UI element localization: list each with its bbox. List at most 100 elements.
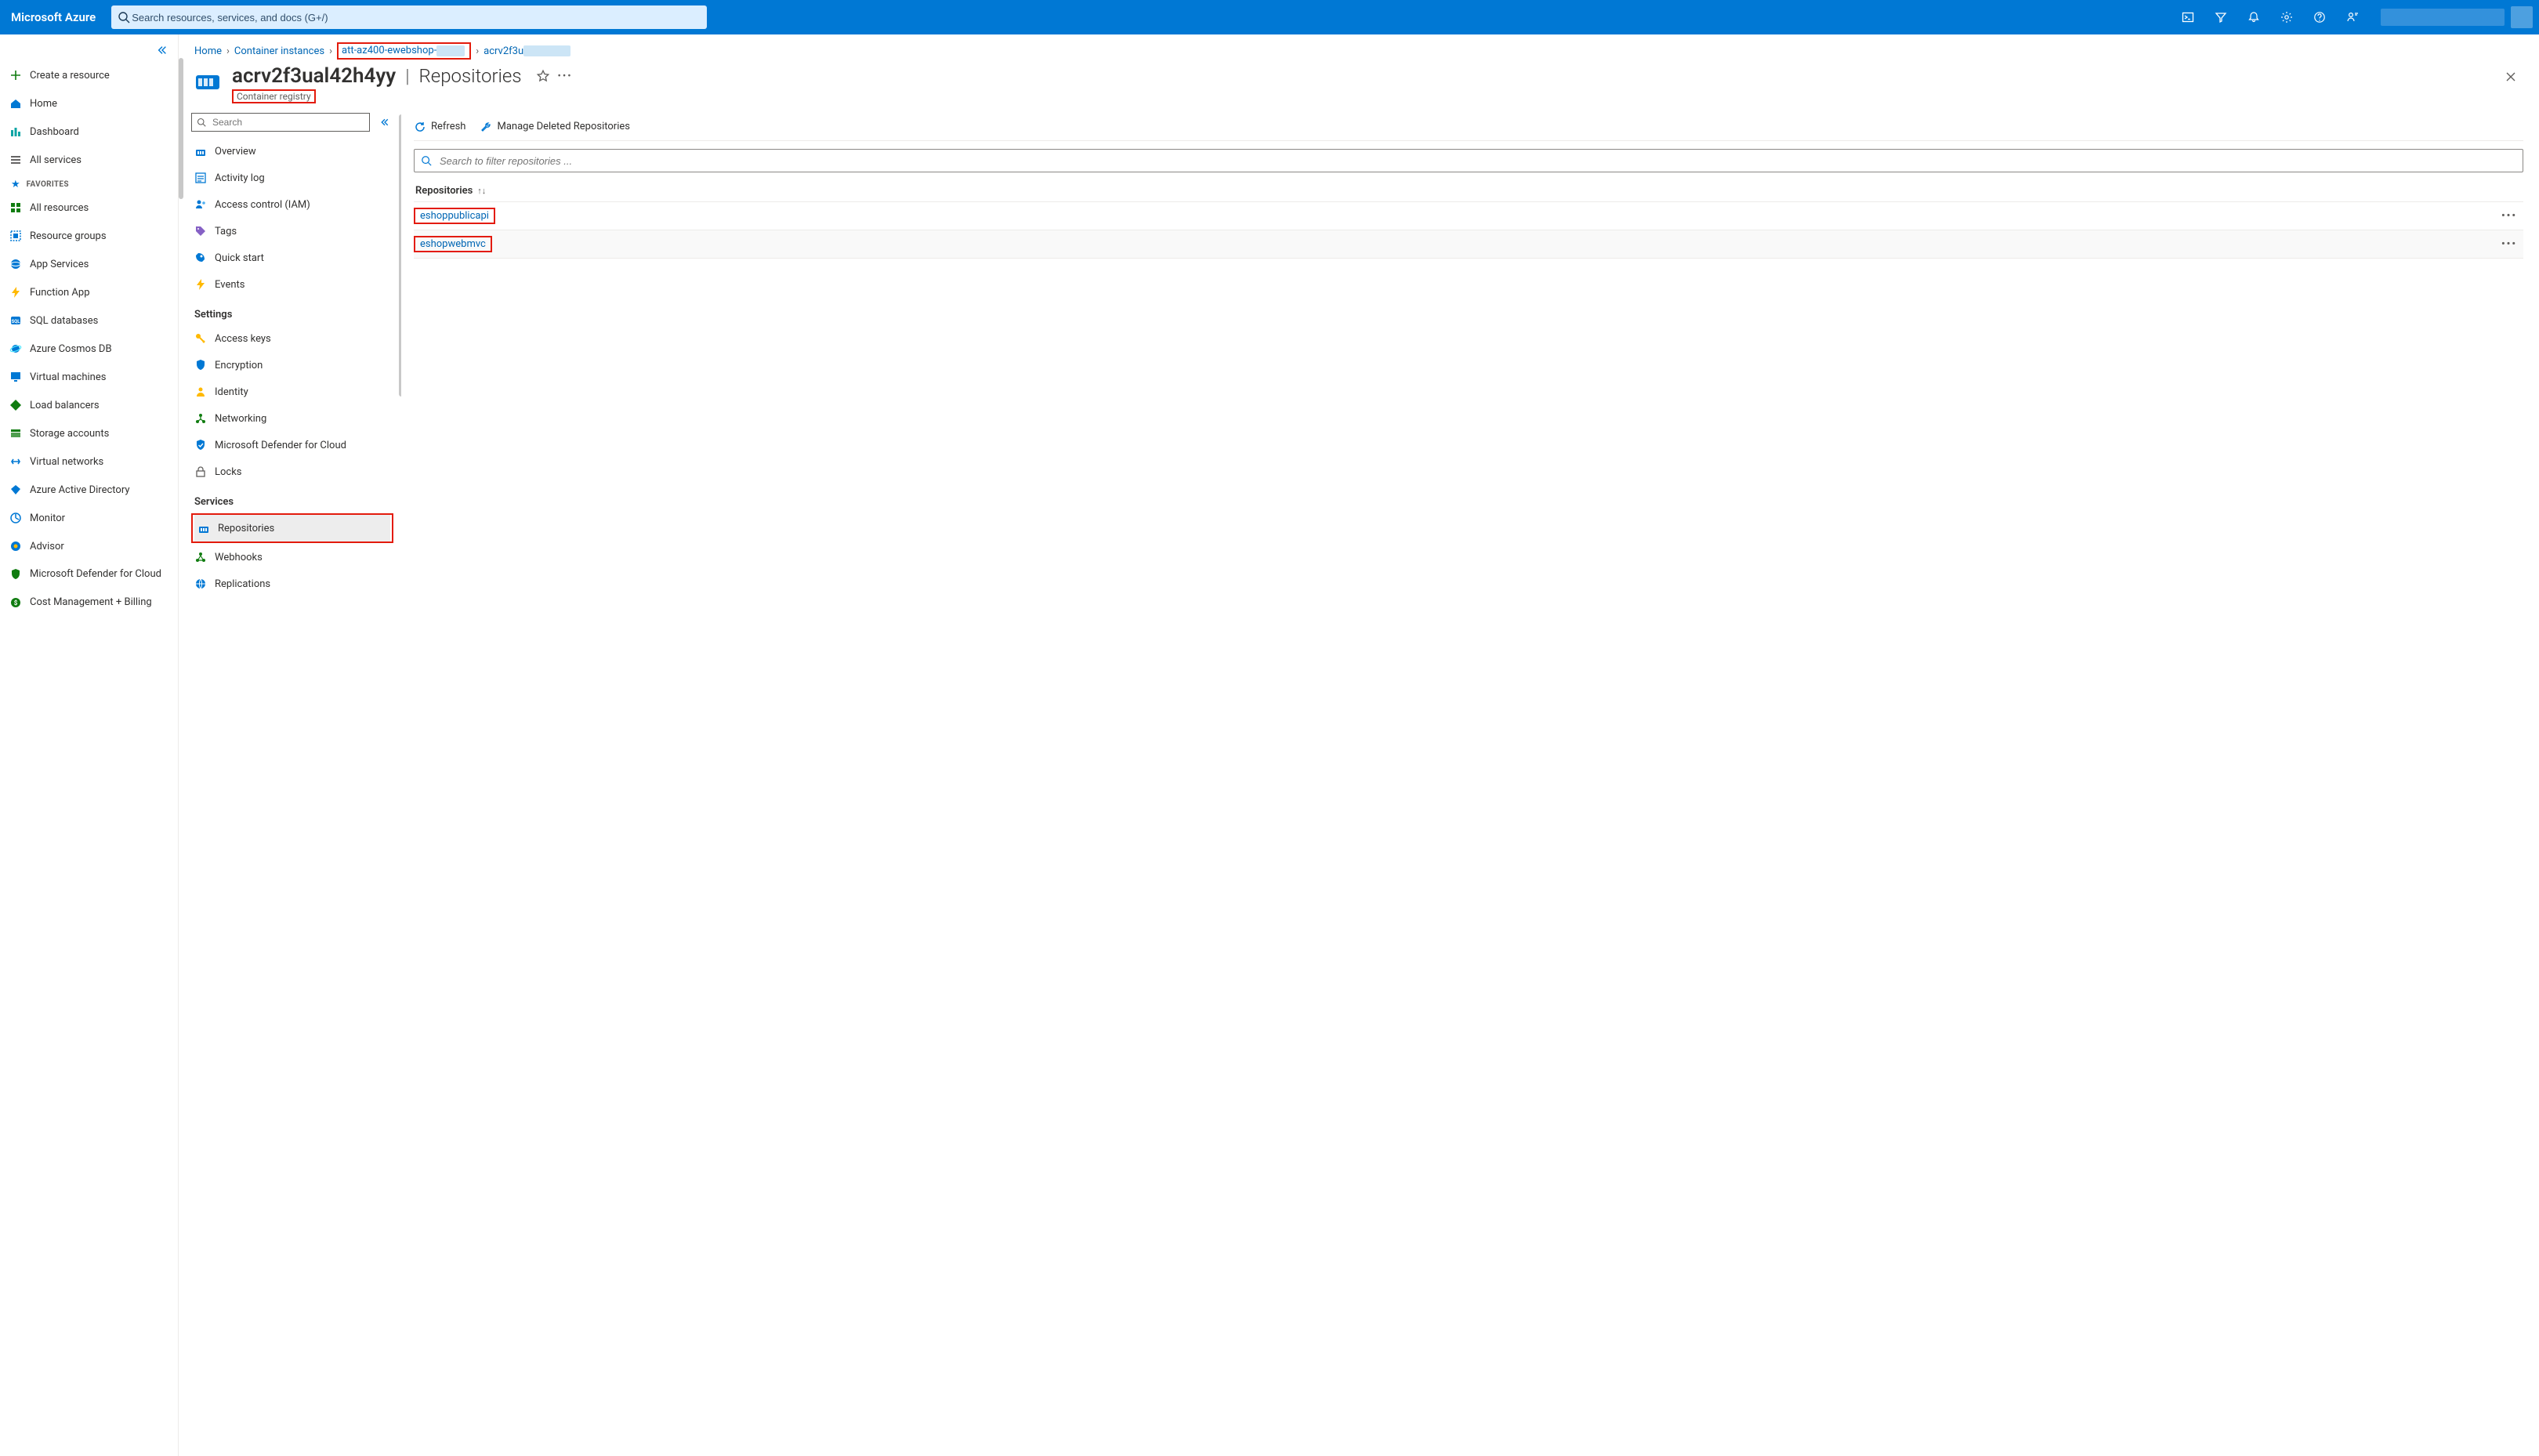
nav-events[interactable]: Events xyxy=(191,271,401,298)
sidebar-defender[interactable]: Microsoft Defender for Cloud xyxy=(0,560,178,589)
notifications-button[interactable] xyxy=(2238,0,2269,34)
sidebar-storage-accounts[interactable]: Storage accounts xyxy=(0,419,178,447)
sidebar-item-label: Create a resource xyxy=(30,70,110,81)
nav-item-label: Tags xyxy=(215,226,237,237)
nav-defender[interactable]: Microsoft Defender for Cloud xyxy=(191,432,401,458)
resource-group-icon xyxy=(9,230,22,242)
breadcrumb-registry[interactable]: acrv2f3u xyxy=(484,45,570,57)
sidebar-load-balancers[interactable]: Load balancers xyxy=(0,391,178,419)
nav-quick-start[interactable]: Quick start xyxy=(191,244,401,271)
global-search[interactable] xyxy=(111,5,707,29)
breadcrumb-resource-group[interactable]: att-az400-ewebshop- xyxy=(337,42,471,60)
shield-icon xyxy=(9,568,22,581)
settings-button[interactable] xyxy=(2271,0,2302,34)
sidebar-item-label: All resources xyxy=(30,202,89,214)
search-icon xyxy=(197,118,206,127)
close-button[interactable] xyxy=(2498,64,2523,89)
sidebar-cost[interactable]: $ Cost Management + Billing xyxy=(0,589,178,617)
sidebar-advisor[interactable]: Advisor xyxy=(0,532,178,560)
nav-collapse-button[interactable] xyxy=(376,114,393,131)
repo-filter[interactable] xyxy=(414,149,2523,172)
sidebar-cosmos-db[interactable]: Azure Cosmos DB xyxy=(0,335,178,363)
repo-filter-input[interactable] xyxy=(438,154,2516,168)
nav-webhooks[interactable]: Webhooks xyxy=(191,544,401,570)
nav-iam[interactable]: Access control (IAM) xyxy=(191,191,401,218)
plus-icon xyxy=(9,69,22,81)
breadcrumb-home[interactable]: Home xyxy=(194,45,222,57)
nav-item-label: Events xyxy=(215,279,244,291)
nav-encryption[interactable]: Encryption xyxy=(191,352,401,378)
resource-nav-search[interactable] xyxy=(191,113,370,132)
repo-row[interactable]: eshoppublicapi xyxy=(414,202,2523,230)
more-button[interactable]: ••• xyxy=(558,71,573,82)
list-header[interactable]: Repositories ↑↓ xyxy=(414,180,2523,202)
brand[interactable]: Microsoft Azure xyxy=(0,10,111,24)
account-menu[interactable] xyxy=(2374,0,2539,34)
key-icon xyxy=(194,332,207,345)
lb-icon xyxy=(9,399,22,411)
nav-networking[interactable]: Networking xyxy=(191,405,401,432)
search-icon xyxy=(118,11,130,24)
vm-icon xyxy=(9,371,22,383)
resource-nav-search-input[interactable] xyxy=(211,116,364,129)
identity-icon xyxy=(194,386,207,398)
sidebar-function-app[interactable]: Function App xyxy=(0,278,178,306)
manage-deleted-button[interactable]: Manage Deleted Repositories xyxy=(480,121,629,133)
manage-deleted-label: Manage Deleted Repositories xyxy=(497,121,629,132)
sidebar-virtual-networks[interactable]: Virtual networks xyxy=(0,447,178,476)
nav-overview[interactable]: Overview xyxy=(191,138,401,165)
star-outline-icon xyxy=(536,69,550,83)
sidebar-virtual-machines[interactable]: Virtual machines xyxy=(0,363,178,391)
sidebar-collapse-button[interactable] xyxy=(151,39,173,61)
sidebar-item-label: SQL databases xyxy=(30,315,98,327)
sidebar-aad[interactable]: Azure Active Directory xyxy=(0,476,178,504)
sidebar-dashboard[interactable]: Dashboard xyxy=(0,118,178,146)
chevron-right-icon: › xyxy=(226,45,230,57)
nav-item-label: Quick start xyxy=(215,252,264,264)
refresh-button[interactable]: Refresh xyxy=(414,121,465,133)
nav-item-label: Webhooks xyxy=(215,552,263,563)
nav-repositories[interactable]: Repositories xyxy=(194,515,390,541)
defender-icon xyxy=(194,439,207,451)
sidebar-sql-databases[interactable]: SQL SQL databases xyxy=(0,306,178,335)
refresh-label: Refresh xyxy=(431,121,465,132)
sidebar-resource-groups[interactable]: Resource groups xyxy=(0,222,178,250)
nav-access-keys[interactable]: Access keys xyxy=(191,325,401,352)
repo-link[interactable]: eshopwebmvc xyxy=(420,238,486,250)
sidebar-all-resources[interactable]: All resources xyxy=(0,194,178,222)
nav-section-services: Services xyxy=(191,485,401,512)
cloud-shell-button[interactable] xyxy=(2172,0,2204,34)
row-more-button[interactable] xyxy=(2498,235,2520,253)
globe-icon xyxy=(194,578,207,590)
sidebar-home[interactable]: Home xyxy=(0,89,178,118)
nav-activity-log[interactable]: Activity log xyxy=(191,165,401,191)
nav-scrollbar[interactable] xyxy=(399,114,401,1432)
page-title: acrv2f3ual42h4yy xyxy=(232,64,396,88)
sidebar-monitor[interactable]: Monitor xyxy=(0,504,178,532)
sidebar-app-services[interactable]: App Services xyxy=(0,250,178,278)
nav-tags[interactable]: Tags xyxy=(191,218,401,244)
breadcrumb-container-instances[interactable]: Container instances xyxy=(234,45,324,57)
sidebar-item-label: All services xyxy=(30,154,81,166)
filter-icon xyxy=(2215,11,2227,24)
repo-link[interactable]: eshoppublicapi xyxy=(420,210,489,222)
repo-row[interactable]: eshopwebmvc xyxy=(414,230,2523,259)
row-more-button[interactable] xyxy=(2498,207,2520,225)
feedback-button[interactable] xyxy=(2337,0,2368,34)
global-search-input[interactable] xyxy=(130,11,701,24)
sidebar-create-resource[interactable]: Create a resource xyxy=(0,61,178,89)
top-bar: Microsoft Azure xyxy=(0,0,2539,34)
nav-item-label: Identity xyxy=(215,386,248,398)
nav-item-label: Activity log xyxy=(215,172,265,184)
nav-locks[interactable]: Locks xyxy=(191,458,401,485)
directories-button[interactable] xyxy=(2205,0,2237,34)
sidebar-item-label: Dashboard xyxy=(30,126,79,138)
nav-identity[interactable]: Identity xyxy=(191,378,401,405)
nav-replications[interactable]: Replications xyxy=(191,570,401,597)
sidebar-all-services[interactable]: All services xyxy=(0,146,178,174)
help-button[interactable] xyxy=(2304,0,2335,34)
favorite-button[interactable] xyxy=(536,69,550,83)
cost-icon: $ xyxy=(9,596,22,609)
events-icon xyxy=(194,278,207,291)
global-sidebar: Create a resource Home Dashboard All ser… xyxy=(0,34,179,1456)
